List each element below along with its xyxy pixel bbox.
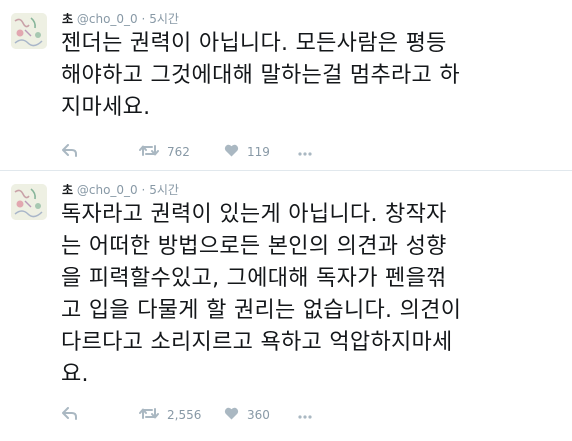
reply-button[interactable] [62, 143, 77, 161]
tweet-text-line: 지마세요. [61, 95, 151, 120]
like-count: 360 [247, 408, 270, 422]
more-icon [298, 145, 312, 159]
retweet-button[interactable]: 762 [139, 143, 190, 161]
reply-button[interactable] [62, 406, 77, 424]
tweet-header: 초 @cho_0_0 · 5시간 [62, 182, 179, 198]
display-name[interactable]: 초 [62, 183, 73, 197]
tweet-text-line: 독자라고 권력이 있는게 아닙니다. 창작자 [61, 202, 447, 227]
like-button[interactable]: 360 [224, 406, 270, 424]
timestamp[interactable]: 5시간 [149, 12, 179, 26]
tweet-text: 젠더는 권력이 아닙니다. 모든사람은 평등 해야하고 그것에대해 말하는걸 멈… [61, 28, 566, 124]
reply-icon [62, 144, 77, 160]
retweet-count: 762 [167, 145, 190, 159]
retweet-icon [139, 144, 159, 160]
tweet-text-line: 는 어떠한 방법으로든 본인의 의견과 성향 [61, 234, 447, 259]
heart-icon [224, 144, 239, 160]
tweet-text-line: 요. [61, 362, 89, 387]
heart-icon [224, 407, 239, 423]
avatar[interactable] [11, 184, 47, 220]
retweet-icon [139, 407, 159, 423]
more-icon [298, 408, 312, 422]
tweet-text-line: 해야하고 그것에대해 말하는걸 멈추라고 하 [61, 63, 460, 88]
retweet-button[interactable]: 2,556 [139, 406, 201, 424]
tweet[interactable]: 초 @cho_0_0 · 5시간 독자라고 권력이 있는게 아닙니다. 창작자 … [0, 171, 572, 441]
avatar[interactable] [11, 13, 47, 49]
timestamp[interactable]: 5시간 [149, 183, 179, 197]
more-button[interactable] [298, 143, 312, 161]
separator-dot: · [141, 183, 146, 197]
username-handle[interactable]: @cho_0_0 [77, 12, 138, 26]
more-button[interactable] [298, 406, 312, 424]
username-handle[interactable]: @cho_0_0 [77, 183, 138, 197]
tweet-text: 독자라고 권력이 있는게 아닙니다. 창작자 는 어떠한 방법으로든 본인의 의… [61, 199, 566, 391]
tweet[interactable]: 초 @cho_0_0 · 5시간 젠더는 권력이 아닙니다. 모든사람은 평등 … [0, 0, 572, 171]
separator-dot: · [141, 12, 146, 26]
reply-icon [62, 407, 77, 423]
like-button[interactable]: 119 [224, 143, 270, 161]
tweet-text-line: 을 피력할수있고, 그에대해 독자가 펜을꺾 [61, 266, 447, 291]
display-name[interactable]: 초 [62, 12, 73, 26]
like-count: 119 [247, 145, 270, 159]
tweet-text-line: 젠더는 권력이 아닙니다. 모든사람은 평등 [61, 31, 447, 56]
retweet-count: 2,556 [167, 408, 202, 422]
tweet-header: 초 @cho_0_0 · 5시간 [62, 11, 179, 27]
tweet-text-line: 고 입을 다물게 할 권리는 없습니다. 의견이 [61, 298, 462, 323]
tweet-text-line: 다르다고 소리지르고 욕하고 억압하지마세 [61, 330, 453, 355]
